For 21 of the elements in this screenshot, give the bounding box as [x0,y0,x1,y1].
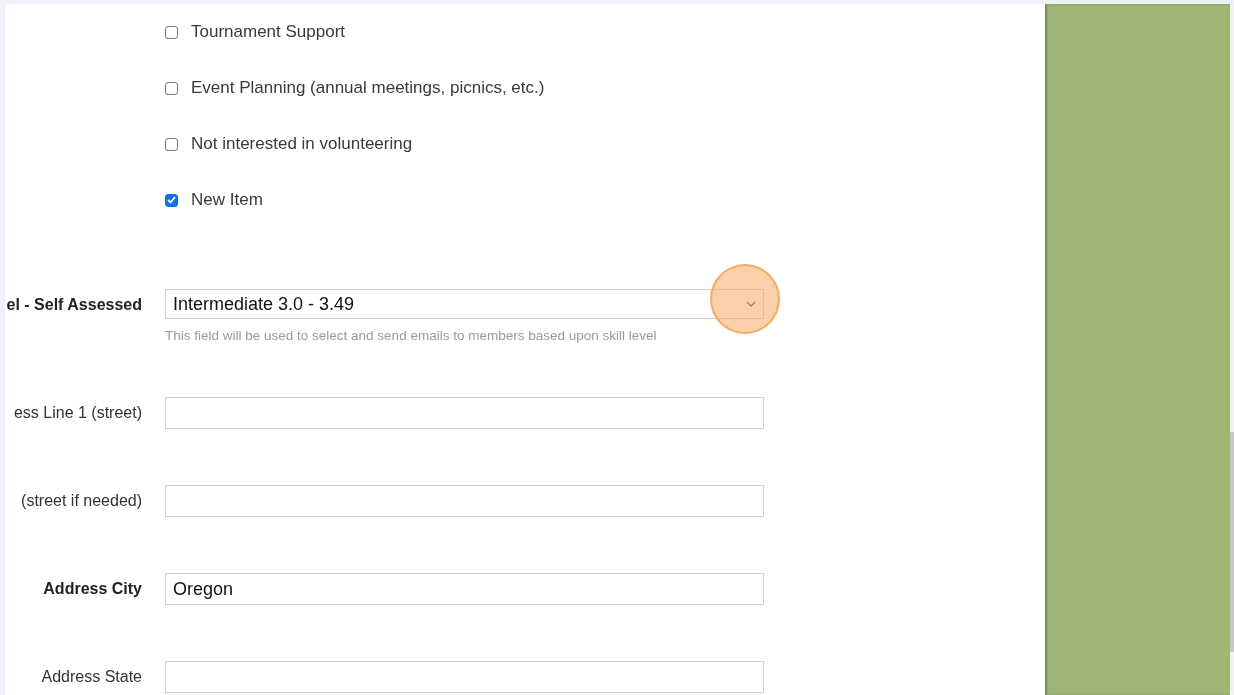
chevron-down-icon [746,301,756,307]
checkbox[interactable] [165,25,178,39]
text-field[interactable]: Oregon [165,573,764,605]
field-label: (street if needed) [21,492,142,510]
scrollbar-thumb[interactable] [1230,432,1234,652]
checkbox-label: Event Planning (annual meetings, picnics, etc.) [191,78,545,98]
text-field[interactable] [165,397,764,429]
field-label: ess Line 1 (street) [13,404,142,422]
checkbox[interactable] [165,137,178,151]
text-field[interactable] [165,485,764,517]
checkbox[interactable] [165,193,178,207]
checkbox[interactable] [165,81,178,95]
field-label: Address State [41,668,142,686]
checkbox-label: Tournament Support [191,22,346,42]
checkbox-label: Not interested in volunteering [191,134,413,154]
field-label: el - Self Assessed [6,296,142,314]
field-label: Address City [43,580,142,598]
dropdown[interactable]: Intermediate 3.0 - 3.49 [165,289,764,319]
help-text: This field will be used to select and send emails to members based upon skill level [165,328,658,343]
text-field[interactable] [165,661,764,693]
checkbox-label: New Item [191,190,263,210]
